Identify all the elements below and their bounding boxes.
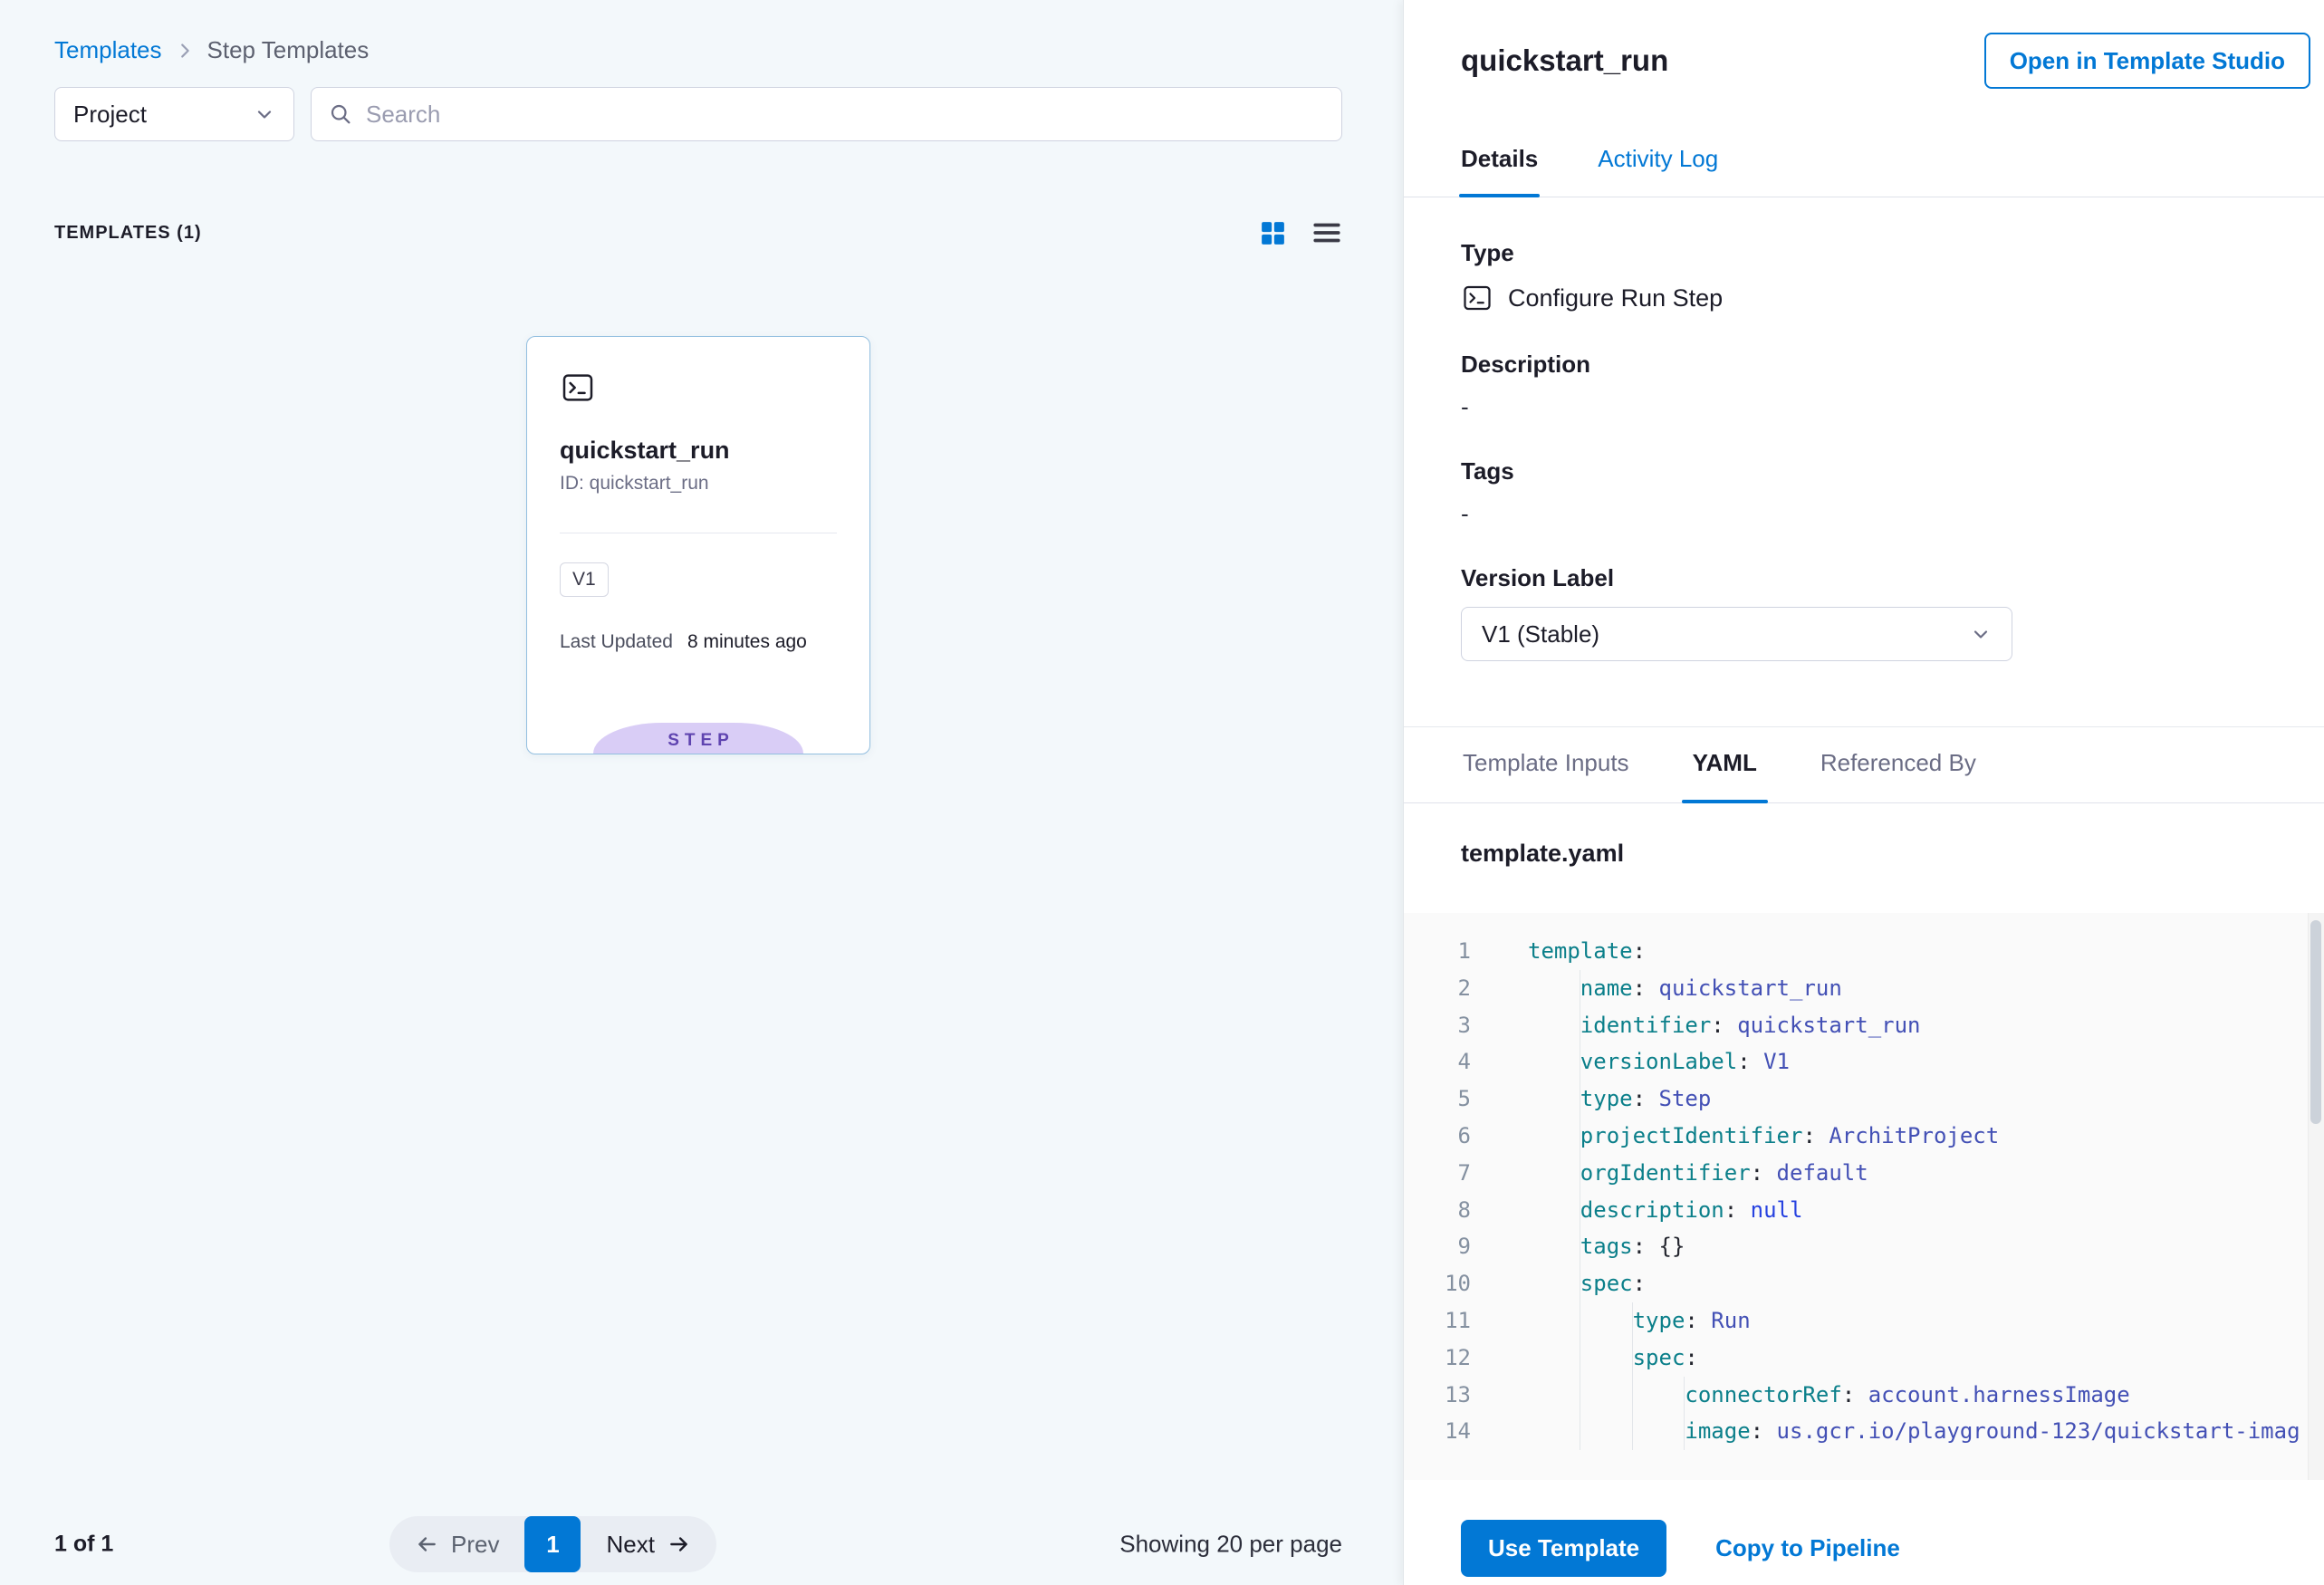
toolbar: Project [54,87,1342,141]
list-footer: 1 of 1 Prev 1 Next S [54,1516,1342,1572]
yaml-file-name: template.yaml [1404,803,2324,913]
run-step-icon [560,370,596,406]
type-row: Configure Run Step [1461,282,2267,314]
chevron-down-icon [254,103,275,125]
code-line: 7orgIdentifier: default [1404,1155,2324,1192]
code-line: 3identifier: quickstart_run [1404,1007,2324,1044]
code-line: 6projectIdentifier: ArchitProject [1404,1118,2324,1155]
card-id: ID: quickstart_run [560,473,837,495]
current-page-button[interactable]: 1 [524,1516,581,1572]
type-label: Type [1461,239,2267,267]
panel-header: quickstart_run Open in Template Studio [1404,0,2324,89]
use-template-button[interactable]: Use Template [1461,1520,1666,1577]
arrow-right-icon [667,1532,691,1556]
version-badge: V1 [560,562,609,597]
panel-actions: Use Template Copy to Pipeline [1404,1480,2324,1585]
code-line: 5type: Step [1404,1081,2324,1118]
templates-count-label: TEMPLATES (1) [54,223,202,244]
pagination: Prev 1 Next [389,1516,716,1572]
yaml-code-lines: 1template:2name: quickstart_run3identifi… [1404,933,2324,1450]
last-updated-label: Last Updated [560,631,673,653]
breadcrumb: Templates Step Templates [54,36,369,64]
search-icon [328,101,353,127]
template-details-panel: quickstart_run Open in Template Studio D… [1403,0,2324,1585]
code-line: 9tags: {} [1404,1228,2324,1265]
panel-title: quickstart_run [1461,43,1668,78]
tab-referenced-by[interactable]: Referenced By [1819,749,1978,802]
tab-activity-log[interactable]: Activity Log [1598,145,1718,197]
grid-view-icon [1258,218,1288,248]
breadcrumb-templates-link[interactable]: Templates [54,36,162,64]
panel-tabs: Details Activity Log [1404,145,2324,197]
arrow-left-icon [415,1532,438,1556]
step-type-ribbon: STEP [593,723,803,754]
version-label: Version Label [1461,564,2267,592]
code-line: 10spec: [1404,1265,2324,1302]
description-label: Description [1461,351,2267,379]
page-info: 1 of 1 [54,1532,113,1558]
code-line: 13connectorRef: account.harnessImage [1404,1377,2324,1414]
open-in-template-studio-button[interactable]: Open in Template Studio [1984,33,2310,89]
template-card[interactable]: quickstart_run ID: quickstart_run V1 Las… [526,336,870,754]
last-updated-row: Last Updated 8 minutes ago [560,631,837,653]
next-page-button[interactable]: Next [581,1516,715,1572]
version-dropdown[interactable]: V1 (Stable) [1461,607,2012,661]
type-value: Configure Run Step [1508,284,1723,312]
breadcrumb-chevron-icon [175,41,195,61]
search-box[interactable] [311,87,1342,141]
view-toggle [1258,217,1342,248]
tags-value: - [1461,500,2267,528]
last-updated-value: 8 minutes ago [687,631,807,653]
code-line: 11type: Run [1404,1302,2324,1340]
per-page-label: Showing 20 per page [1119,1531,1342,1559]
chevron-down-icon [1970,623,1992,645]
tab-template-inputs[interactable]: Template Inputs [1461,749,1631,802]
scope-dropdown[interactable]: Project [54,87,294,141]
code-line: 2name: quickstart_run [1404,970,2324,1007]
list-header: TEMPLATES (1) [54,217,1342,248]
tags-label: Tags [1461,457,2267,485]
code-scrollbar[interactable] [2308,913,2324,1480]
code-line: 1template: [1404,933,2324,970]
search-input[interactable] [366,101,1325,129]
tab-yaml[interactable]: YAML [1691,749,1759,802]
breadcrumb-current: Step Templates [207,36,370,64]
step-type-ribbon-label: STEP [662,731,735,751]
version-dropdown-value: V1 (Stable) [1482,620,1599,648]
next-page-label: Next [606,1531,654,1559]
tab-details[interactable]: Details [1461,145,1538,197]
copy-to-pipeline-link[interactable]: Copy to Pipeline [1715,1534,1900,1562]
code-line: 8description: null [1404,1192,2324,1229]
details-section: Type Configure Run Step Description - Ta… [1404,197,2324,661]
list-view-icon [1311,217,1342,248]
code-line: 4versionLabel: V1 [1404,1043,2324,1081]
yaml-code-viewer[interactable]: 1template:2name: quickstart_run3identifi… [1404,913,2324,1480]
panel-sub-tabs: Template Inputs YAML Referenced By [1404,726,2324,803]
prev-page-label: Prev [451,1531,499,1559]
card-title: quickstart_run [560,437,837,465]
code-line: 12spec: [1404,1340,2324,1377]
description-value: - [1461,393,2267,421]
scope-dropdown-value: Project [73,101,147,129]
code-line: 14image: us.gcr.io/playground-123/quicks… [1404,1413,2324,1450]
list-view-button[interactable] [1311,217,1342,248]
app: Templates Step Templates Project [0,0,2324,1585]
code-scrollbar-thumb[interactable] [2310,920,2321,1124]
templates-list-panel: Templates Step Templates Project [0,0,1403,1585]
grid-view-button[interactable] [1258,218,1288,248]
prev-page-button[interactable]: Prev [389,1516,524,1572]
run-step-icon [1461,282,1493,314]
